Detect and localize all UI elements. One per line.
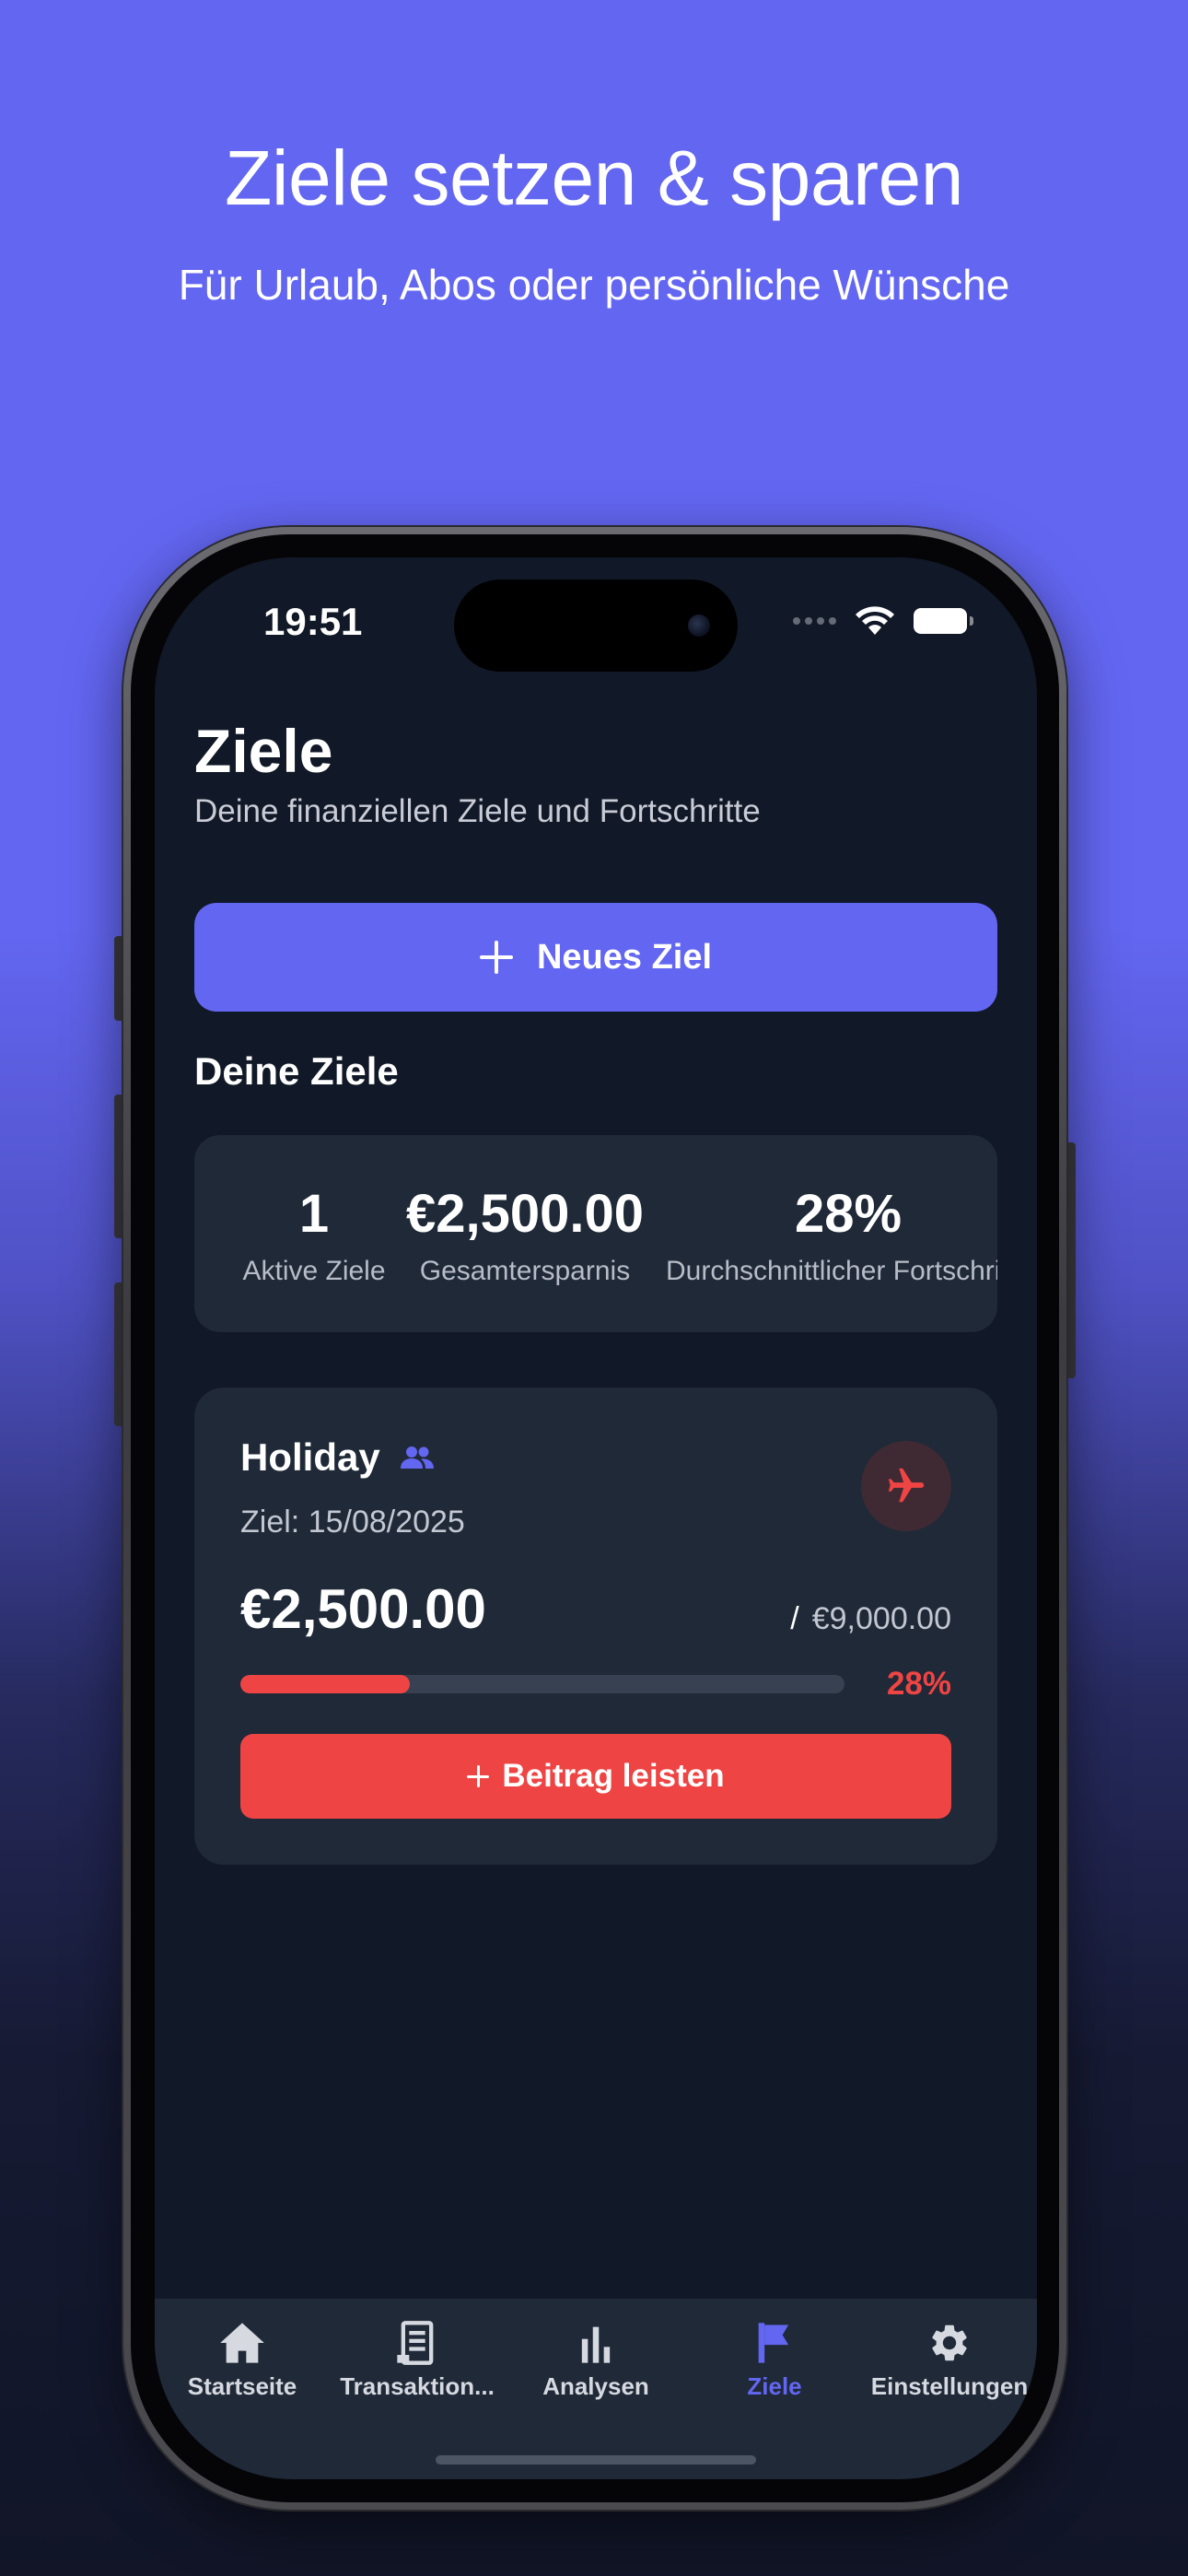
new-goal-button-label: Neues Ziel (536, 937, 713, 977)
flag-icon (758, 2323, 789, 2363)
bar-chart-icon (581, 2326, 611, 2363)
stat-label: Gesamtersparnis (419, 1256, 631, 1286)
goal-progress-bar (240, 1675, 844, 1693)
goal-name-row: Holiday (240, 1435, 436, 1480)
tab-ziele[interactable]: Ziele (687, 2321, 862, 2401)
status-time: 19:51 (263, 600, 363, 643)
tab-bar: Startseite Transaktion... Analysen Ziele… (155, 2299, 1037, 2479)
airplane-icon (888, 1468, 925, 1503)
receipt-icon (397, 2321, 434, 2365)
goal-target-date: Ziel: 15/08/2025 (240, 1505, 465, 1540)
tab-analysen[interactable]: Analysen (508, 2321, 683, 2401)
plus-icon (467, 1765, 490, 1787)
home-indicator (436, 2455, 756, 2465)
stat-label: Durchschnittlicher Fortschritt (666, 1256, 997, 1286)
tab-transaktionen[interactable]: Transaktion... (330, 2321, 505, 2401)
tab-label: Startseite (187, 2372, 297, 2400)
goal-progress-percent: 28% (886, 1666, 951, 1702)
wifi-icon (856, 606, 894, 635)
stat-average-progress: 28% Durchschnittlicher Fortschritt (666, 1183, 997, 1287)
gear-icon (932, 2324, 967, 2361)
goal-name: Holiday (240, 1435, 380, 1479)
cellular-signal-icon (793, 617, 836, 625)
stats-card: 1 Aktive Ziele €2,500.00 Gesamtersparnis… (194, 1135, 997, 1332)
front-camera-icon (688, 615, 710, 637)
promo-title: Ziele setzen & sparen (225, 135, 963, 221)
goal-progress-fill (240, 1675, 410, 1693)
tab-label: Einstellungen (870, 2372, 1029, 2400)
tab-label: Transaktion... (340, 2372, 495, 2400)
stat-value: 28% (795, 1184, 903, 1244)
tab-label: Analysen (542, 2372, 649, 2400)
battery-icon (914, 608, 973, 634)
goal-card[interactable]: Holiday Ziel: 15/08/2025 €2,500.00 / €9,0… (194, 1388, 997, 1865)
new-goal-button[interactable]: Neues Ziel (194, 903, 997, 1012)
people-icon (400, 1446, 434, 1469)
stat-value: 1 (298, 1184, 330, 1244)
home-icon (220, 2323, 264, 2363)
stat-total-savings: €2,500.00 Gesamtersparnis (391, 1183, 658, 1287)
goal-saved-amount: €2,500.00 (240, 1578, 486, 1640)
goal-category-badge (861, 1441, 951, 1531)
app-screen: 19:51 Ziele Deine finanziellen Ziele und… (155, 557, 1037, 2479)
status-indicators (793, 605, 973, 637)
plus-icon (479, 941, 513, 974)
page-title: Ziele (194, 717, 333, 785)
stat-label: Aktive Ziele (242, 1256, 386, 1286)
dynamic-island (454, 580, 738, 672)
goal-target-row: / €9,000.00 (790, 1601, 951, 1637)
goal-separator: / (790, 1601, 799, 1636)
section-title: Deine Ziele (194, 1049, 399, 1093)
contribute-button-label: Beitrag leisten (502, 1758, 725, 1794)
goal-target-amount: €9,000.00 (811, 1601, 951, 1636)
tab-einstellungen[interactable]: Einstellungen (862, 2321, 1037, 2401)
contribute-button[interactable]: Beitrag leisten (240, 1734, 951, 1819)
promo-subtitle: Für Urlaub, Abos oder persönliche Wünsch… (178, 261, 1010, 309)
page-subtitle: Deine finanziellen Ziele und Fortschritt… (194, 793, 761, 829)
tab-label: Ziele (747, 2372, 802, 2400)
tab-startseite[interactable]: Startseite (155, 2321, 330, 2401)
stat-value: €2,500.00 (405, 1184, 645, 1244)
stat-active-goals: 1 Aktive Ziele (240, 1183, 388, 1287)
